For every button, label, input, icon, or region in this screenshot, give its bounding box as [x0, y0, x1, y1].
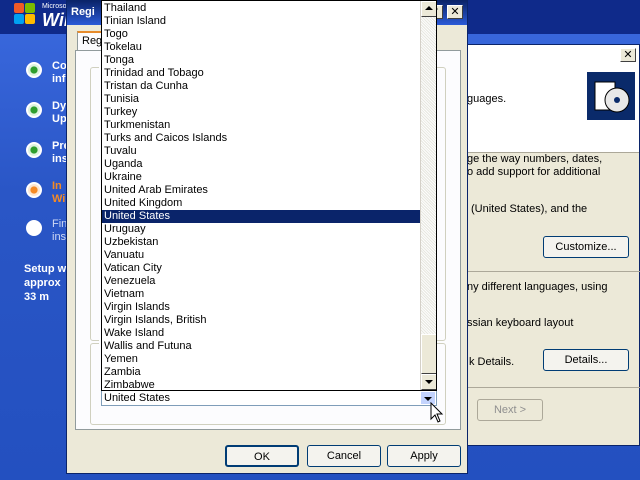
close-icon[interactable]: ✕ — [447, 5, 463, 19]
regional-options-wizard-page: ✕ guages. ge the way numbers, dates, o a… — [456, 44, 640, 446]
country-list-item[interactable]: Togo — [102, 28, 420, 41]
country-list-item[interactable]: United Kingdom — [102, 197, 420, 210]
country-list-item[interactable]: Trinidad and Tobago — [102, 67, 420, 80]
country-list-item[interactable]: Turks and Caicos Islands — [102, 132, 420, 145]
country-list-item[interactable]: Tristan da Cunha — [102, 80, 420, 93]
country-list-item[interactable]: Yemen — [102, 353, 420, 366]
description-text: k Details. — [469, 356, 515, 368]
step-pending-icon — [26, 220, 42, 236]
divider — [457, 271, 640, 272]
country-list-item[interactable]: Wallis and Futuna — [102, 340, 420, 353]
country-list-item[interactable]: Zimbabwe — [102, 379, 420, 390]
country-list-item[interactable]: Wake Island — [102, 327, 420, 340]
country-list-item[interactable]: Tuvalu — [102, 145, 420, 158]
country-list-item[interactable]: Venezuela — [102, 275, 420, 288]
step-done-icon — [26, 62, 42, 78]
windows-logo-icon — [14, 3, 36, 25]
country-list-item[interactable]: Vietnam — [102, 288, 420, 301]
customize-button[interactable]: Customize... — [543, 236, 629, 258]
country-list-item[interactable]: Turkey — [102, 106, 420, 119]
country-list-item[interactable]: Tonga — [102, 54, 420, 67]
header-text: guages. — [467, 93, 507, 105]
country-list-item[interactable]: Vanuatu — [102, 249, 420, 262]
country-list-item[interactable]: Uganda — [102, 158, 420, 171]
country-list-item[interactable]: Tokelau — [102, 41, 420, 54]
country-list-item[interactable]: Ukraine — [102, 171, 420, 184]
step-label: In Wi — [52, 180, 66, 205]
location-combobox-value: United States — [104, 392, 171, 404]
description-text: ssian keyboard layout — [467, 317, 574, 329]
step-done-icon — [26, 102, 42, 118]
country-list-item[interactable]: Uzbekistan — [102, 236, 420, 249]
back-dialog-header: guages. — [457, 67, 639, 153]
next-button[interactable]: Next > — [477, 399, 543, 421]
scroll-up-icon[interactable] — [421, 1, 436, 17]
ok-button[interactable]: OK — [225, 445, 299, 467]
mouse-cursor-icon — [430, 401, 444, 424]
step-label: Dy Up — [52, 100, 67, 125]
description-text: (United States), and the — [471, 203, 588, 215]
step-done-icon — [26, 142, 42, 158]
country-list-item[interactable]: United States — [102, 210, 420, 223]
cancel-button[interactable]: Cancel — [307, 445, 381, 467]
close-icon[interactable]: ✕ — [620, 48, 636, 62]
scroll-down-icon[interactable] — [421, 374, 436, 390]
location-combobox[interactable]: United States — [101, 390, 437, 406]
description-text: ny different languages, using — [467, 281, 608, 293]
divider — [457, 387, 640, 388]
country-list-item[interactable]: Virgin Islands — [102, 301, 420, 314]
country-list-item[interactable]: Thailand — [102, 2, 420, 15]
globe-cd-icon — [587, 72, 635, 120]
country-list-item[interactable]: Zambia — [102, 366, 420, 379]
country-list-item[interactable]: Vatican City — [102, 262, 420, 275]
country-list-item[interactable]: Uruguay — [102, 223, 420, 236]
country-list-item[interactable]: United Arab Emirates — [102, 184, 420, 197]
setup-time-remaining: Setup w approx 33 m — [24, 263, 67, 303]
country-list-item[interactable]: Turkmenistan — [102, 119, 420, 132]
step-current-icon — [26, 182, 42, 198]
back-dialog-titlebar: ✕ — [457, 45, 639, 67]
details-button[interactable]: Details... — [543, 349, 629, 371]
step-label: Fin ins — [52, 218, 68, 243]
scroll-thumb[interactable] — [421, 334, 436, 374]
country-list-item[interactable]: Tinian Island — [102, 15, 420, 28]
country-list-item[interactable]: Tunisia — [102, 93, 420, 106]
location-dropdown-list[interactable]: Thailand Tinian Island Togo Tokelau Tonga Tri… — [101, 0, 437, 391]
country-list-item[interactable]: Virgin Islands, British — [102, 314, 420, 327]
dialog-title: Regi — [71, 6, 95, 18]
description-text: ge the way numbers, dates, o add support… — [467, 153, 603, 178]
apply-button[interactable]: Apply — [387, 445, 461, 467]
list-scrollbar[interactable] — [420, 1, 436, 390]
